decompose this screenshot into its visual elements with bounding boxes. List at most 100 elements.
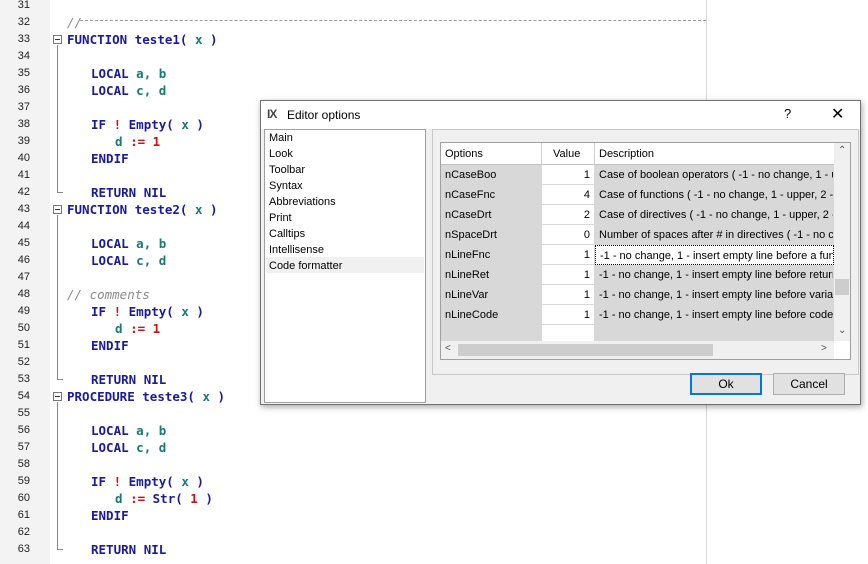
option-value-cell[interactable]: 1 [542, 245, 595, 265]
line-number: 45 [17, 237, 30, 249]
code-line: PROCEDURE teste3( x ) [67, 389, 226, 404]
fold-toggle-icon[interactable] [53, 205, 62, 214]
options-category-list[interactable]: Main Look Toolbar Syntax Abbreviations P… [264, 129, 426, 403]
horizontal-scroll-thumb[interactable] [458, 344, 713, 356]
cancel-button[interactable]: Cancel [773, 373, 845, 395]
code-line: d := 1 [115, 134, 161, 149]
fold-toggle-icon[interactable] [53, 35, 62, 44]
option-description-cell[interactable]: Case of directives ( -1 - no change, 1 -… [595, 205, 834, 225]
option-name-cell[interactable]: nLineVar [441, 285, 542, 305]
option-value-cell[interactable]: 4 [542, 185, 595, 205]
column-header-options[interactable]: Options [441, 143, 542, 165]
close-icon[interactable]: ✕ [831, 104, 844, 124]
fold-line [57, 45, 58, 192]
line-number: 44 [17, 220, 30, 232]
code-line: LOCAL c, d [91, 440, 167, 455]
help-button[interactable]: ? [784, 106, 791, 121]
nav-item-print[interactable]: Print [269, 210, 292, 226]
nav-item-main[interactable]: Main [269, 130, 293, 146]
nav-item-abbreviations[interactable]: Abbreviations [269, 194, 336, 210]
fold-end [57, 379, 63, 380]
line-number: 31 [17, 0, 30, 11]
option-value-cell[interactable]: 1 [542, 305, 595, 325]
line-number: 55 [17, 407, 30, 419]
horizontal-scrollbar[interactable]: < > [441, 341, 834, 359]
option-description-cell[interactable]: Case of functions ( -1 - no change, 1 - … [595, 185, 834, 205]
code-line: IF ! Empty( x ) [91, 304, 204, 319]
line-number: 33 [17, 33, 30, 45]
option-description-cell[interactable]: -1 - no change, 1 - insert empty line be… [595, 265, 834, 285]
option-value-cell[interactable]: 0 [542, 225, 595, 245]
vertical-scroll-thumb[interactable] [835, 279, 849, 295]
fold-end [57, 549, 63, 550]
line-number: 50 [17, 322, 30, 334]
scroll-left-icon[interactable]: < [445, 343, 451, 354]
option-name-cell[interactable]: nCaseFnc [441, 185, 542, 205]
option-value-cell[interactable]: 2 [542, 205, 595, 225]
nav-item-intellisense[interactable]: Intellisense [269, 242, 324, 258]
column-header-value[interactable]: Value [542, 143, 595, 165]
option-value-cell[interactable]: 1 [542, 165, 595, 185]
line-number: 56 [17, 424, 30, 436]
nav-item-calltips[interactable]: Calltips [269, 226, 305, 242]
editor-options-dialog: IX Editor options ? ✕ Main Look Toolbar … [260, 100, 861, 405]
option-description-cell[interactable]: -1 - no change, 1 - insert empty line be… [595, 305, 834, 325]
nav-item-code-formatter[interactable]: Code formatter [269, 258, 342, 274]
code-line: RETURN NIL [91, 372, 167, 387]
option-description-cell[interactable]: Case of boolean operators ( -1 - no chan… [595, 165, 834, 185]
option-name-cell[interactable]: nLineFnc [441, 245, 542, 265]
option-description-cell[interactable]: Number of spaces after # in directives (… [595, 225, 834, 245]
line-number: 53 [17, 373, 30, 385]
code-line: FUNCTION teste2( x ) [67, 202, 218, 217]
separator-comment: // [67, 15, 83, 30]
code-line: RETURN NIL [91, 542, 167, 557]
code-line: IF ! Empty( x ) [91, 474, 204, 489]
separator-dashes [80, 20, 706, 21]
scroll-down-icon[interactable]: ⌄ [838, 325, 846, 336]
code-line: ENDIF [91, 338, 129, 353]
option-value-cell[interactable]: 1 [542, 265, 595, 285]
nav-item-look[interactable]: Look [269, 146, 293, 162]
line-number: 58 [17, 458, 30, 470]
fold-toggle-icon[interactable] [53, 392, 62, 401]
option-name-cell[interactable]: nCaseBoo [441, 165, 542, 185]
option-name-cell[interactable]: nLineCode [441, 305, 542, 325]
option-name-cell[interactable]: nCaseDrt [441, 205, 542, 225]
option-description-cell[interactable]: -1 - no change, 1 - insert empty line be… [595, 245, 834, 265]
nav-item-syntax[interactable]: Syntax [269, 178, 303, 194]
code-line: d := 1 [115, 321, 161, 336]
column-header-description[interactable]: Description [595, 143, 834, 165]
line-number: 60 [17, 492, 30, 504]
line-number: 41 [17, 169, 30, 181]
nav-item-toolbar[interactable]: Toolbar [269, 162, 305, 178]
option-value-cell[interactable]: 1 [542, 285, 595, 305]
options-grid[interactable]: Options Value Description nCaseBoo 1 Case … [440, 142, 851, 360]
line-number: 62 [17, 526, 30, 538]
line-number: 51 [17, 339, 30, 351]
option-name-cell[interactable]: nLineRet [441, 265, 542, 285]
line-number: 57 [17, 441, 30, 453]
ok-button[interactable]: Ok [690, 373, 762, 395]
options-panel: Options Value Description nCaseBoo 1 Case … [432, 129, 859, 375]
line-number: 47 [17, 271, 30, 283]
code-line: IF ! Empty( x ) [91, 117, 204, 132]
fold-line [57, 215, 58, 379]
line-number: 49 [17, 305, 30, 317]
code-line: LOCAL c, d [91, 253, 167, 268]
line-number: 43 [17, 203, 30, 215]
fold-line [57, 402, 58, 549]
line-number: 52 [17, 356, 30, 368]
scroll-right-icon[interactable]: > [821, 343, 827, 354]
line-number: 63 [17, 543, 30, 555]
code-line: ENDIF [91, 151, 129, 166]
vertical-scrollbar[interactable]: ⌃ ⌄ [834, 143, 850, 341]
code-line: // comments [67, 287, 150, 302]
dialog-titlebar[interactable]: IX Editor options ? ✕ [261, 101, 860, 129]
fold-end [57, 192, 63, 193]
line-number: 46 [17, 254, 30, 266]
line-number: 37 [17, 101, 30, 113]
code-line: d := Str( 1 ) [115, 491, 213, 506]
option-description-cell[interactable]: -1 - no change, 1 - insert empty line be… [595, 285, 834, 305]
scroll-up-icon[interactable]: ⌃ [838, 145, 846, 156]
option-name-cell[interactable]: nSpaceDrt [441, 225, 542, 245]
